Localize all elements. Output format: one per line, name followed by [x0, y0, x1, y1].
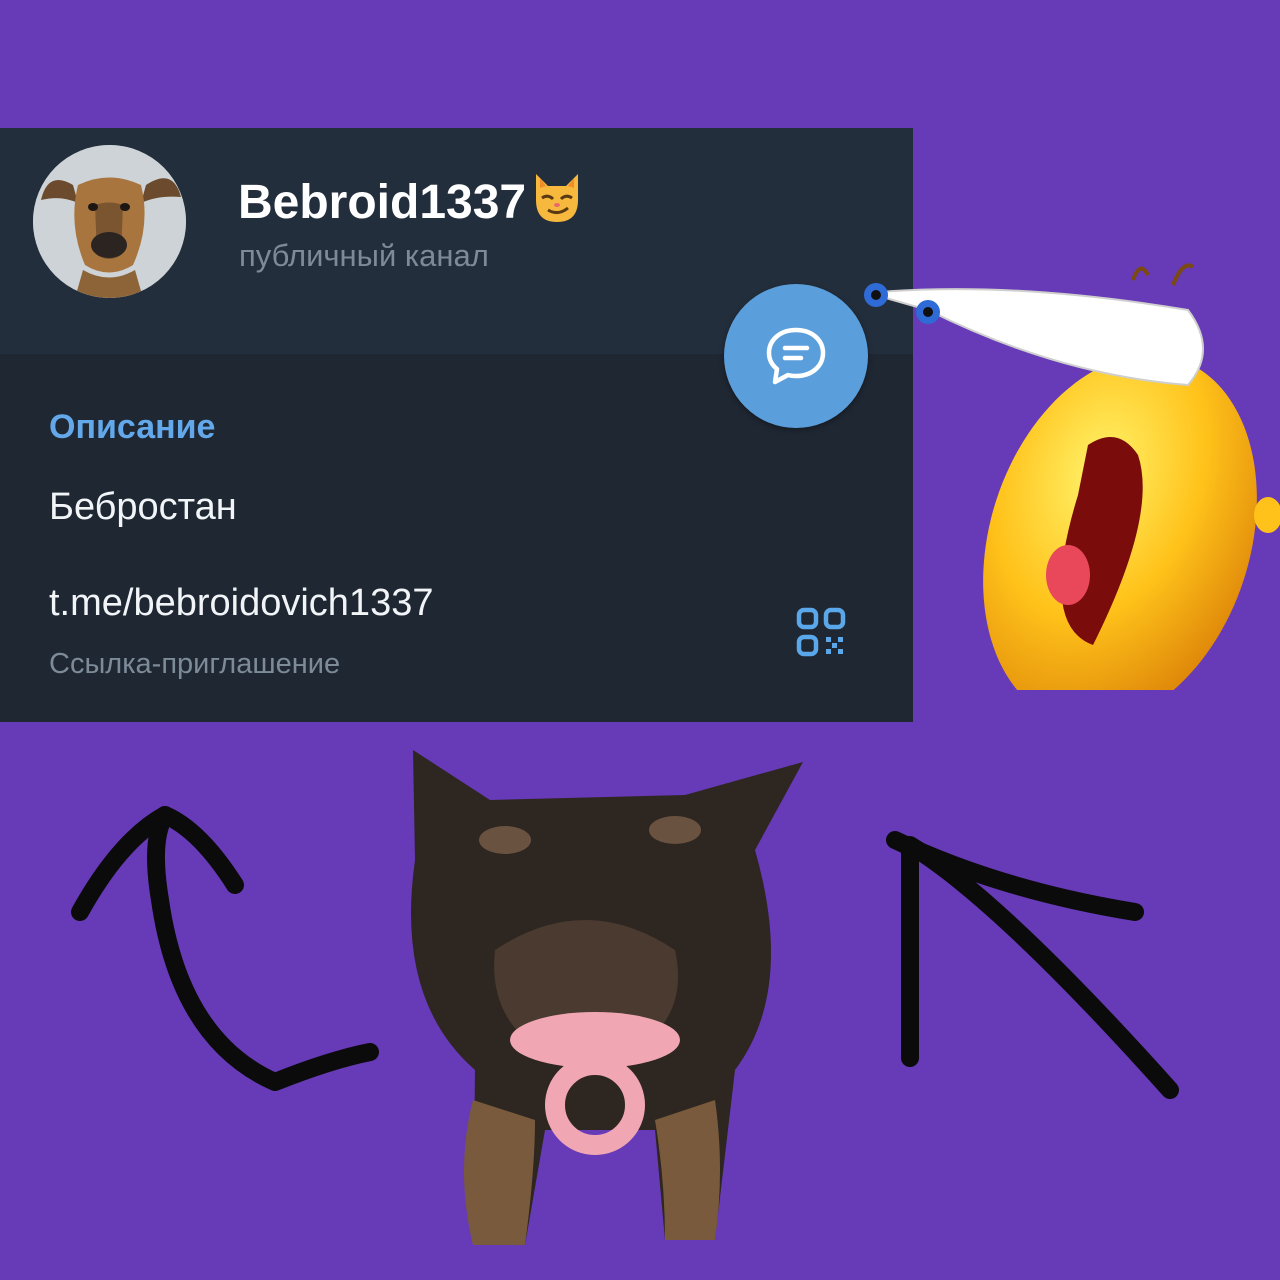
right-arrow-shaft — [901, 836, 1179, 1099]
hand-drawn-arrows — [71, 806, 1179, 1099]
left-curved-arrow — [147, 806, 379, 1091]
right-arrow-head — [886, 831, 1144, 921]
